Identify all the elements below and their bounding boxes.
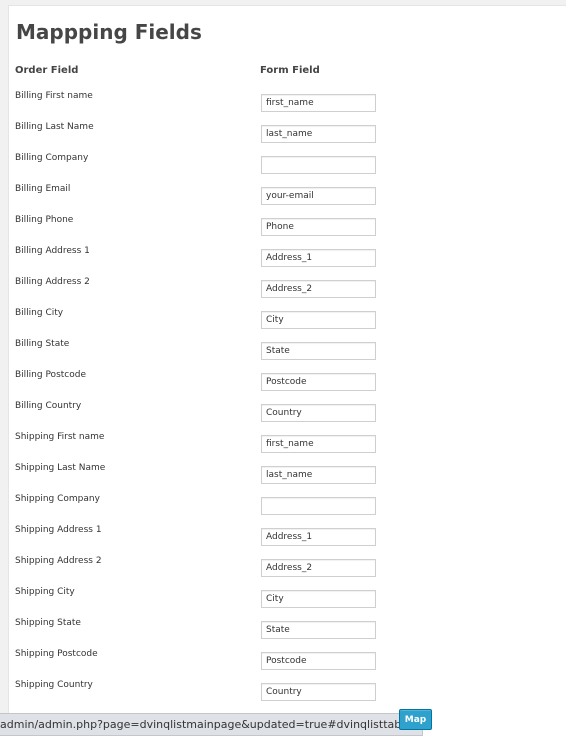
- form-field-input[interactable]: [261, 466, 376, 484]
- order-field-label: Shipping City: [15, 587, 75, 597]
- mapping-row: Shipping Company: [9, 494, 549, 525]
- form-field-input[interactable]: [261, 187, 376, 205]
- mapping-row: Billing City: [9, 308, 549, 339]
- mapping-row: Billing State: [9, 339, 549, 370]
- order-field-label: Billing Address 2: [15, 277, 90, 287]
- mapping-row: Billing Country: [9, 401, 549, 432]
- form-field-input[interactable]: [261, 156, 376, 174]
- order-field-label: Billing Last Name: [15, 122, 94, 132]
- form-field-input[interactable]: [261, 435, 376, 453]
- form-field-input[interactable]: [261, 280, 376, 298]
- mapping-row: Billing Last Name: [9, 122, 549, 153]
- form-field-column-header: Form Field: [260, 65, 320, 76]
- form-field-input[interactable]: [261, 94, 376, 112]
- form-field-input[interactable]: [261, 249, 376, 267]
- mapping-row: Shipping Postcode: [9, 649, 549, 680]
- form-field-input[interactable]: [261, 683, 376, 701]
- form-field-input[interactable]: [261, 621, 376, 639]
- map-button[interactable]: Map: [399, 709, 432, 730]
- browser-status-bar: admin/admin.php?page=dvinqlistmainpage&u…: [0, 713, 423, 736]
- form-field-input[interactable]: [261, 125, 376, 143]
- mapping-row: Billing Phone: [9, 215, 549, 246]
- mapping-row: Shipping Address 1: [9, 525, 549, 556]
- order-field-label: Shipping Address 2: [15, 556, 102, 566]
- order-field-label: Billing Phone: [15, 215, 74, 225]
- order-field-column-header: Order Field: [15, 65, 79, 76]
- mapping-row: Shipping State: [9, 618, 549, 649]
- form-field-input[interactable]: [261, 559, 376, 577]
- order-field-label: Billing Email: [15, 184, 71, 194]
- mapping-row: Billing First name: [9, 91, 549, 122]
- mapping-row: Shipping Last Name: [9, 463, 549, 494]
- mapping-row: Shipping Address 2: [9, 556, 549, 587]
- order-field-label: Billing Country: [15, 401, 82, 411]
- mapping-row: Billing Address 1: [9, 246, 549, 277]
- mapping-row: Shipping City: [9, 587, 549, 618]
- form-field-input[interactable]: [261, 497, 376, 515]
- form-field-input[interactable]: [261, 342, 376, 360]
- order-field-label: Shipping Company: [15, 494, 100, 504]
- form-field-input[interactable]: [261, 218, 376, 236]
- form-field-input[interactable]: [261, 528, 376, 546]
- order-field-label: Billing Company: [15, 153, 89, 163]
- page-title: Mappping Fields: [16, 20, 202, 44]
- form-field-input[interactable]: [261, 652, 376, 670]
- order-field-label: Billing First name: [15, 91, 93, 101]
- order-field-label: Billing Address 1: [15, 246, 90, 256]
- order-field-label: Shipping Postcode: [15, 649, 98, 659]
- order-field-label: Billing Postcode: [15, 370, 86, 380]
- mapping-row: Billing Postcode: [9, 370, 549, 401]
- form-field-input[interactable]: [261, 311, 376, 329]
- form-field-input[interactable]: [261, 590, 376, 608]
- order-field-label: Shipping Country: [15, 680, 93, 690]
- mapping-row: Billing Company: [9, 153, 549, 184]
- order-field-label: Shipping Address 1: [15, 525, 102, 535]
- order-field-label: Shipping First name: [15, 432, 105, 442]
- order-field-label: Shipping State: [15, 618, 81, 628]
- form-field-input[interactable]: [261, 404, 376, 422]
- form-field-input[interactable]: [261, 373, 376, 391]
- mapping-row: Shipping Country: [9, 680, 549, 711]
- order-field-label: Shipping Last Name: [15, 463, 106, 473]
- mapping-panel: Mappping Fields Order Field Form Field B…: [8, 5, 566, 736]
- mapping-row: Billing Address 2: [9, 277, 549, 308]
- order-field-label: Billing City: [15, 308, 64, 318]
- order-field-label: Billing State: [15, 339, 70, 349]
- mapping-row: Billing Email: [9, 184, 549, 215]
- mapping-row: Shipping First name: [9, 432, 549, 463]
